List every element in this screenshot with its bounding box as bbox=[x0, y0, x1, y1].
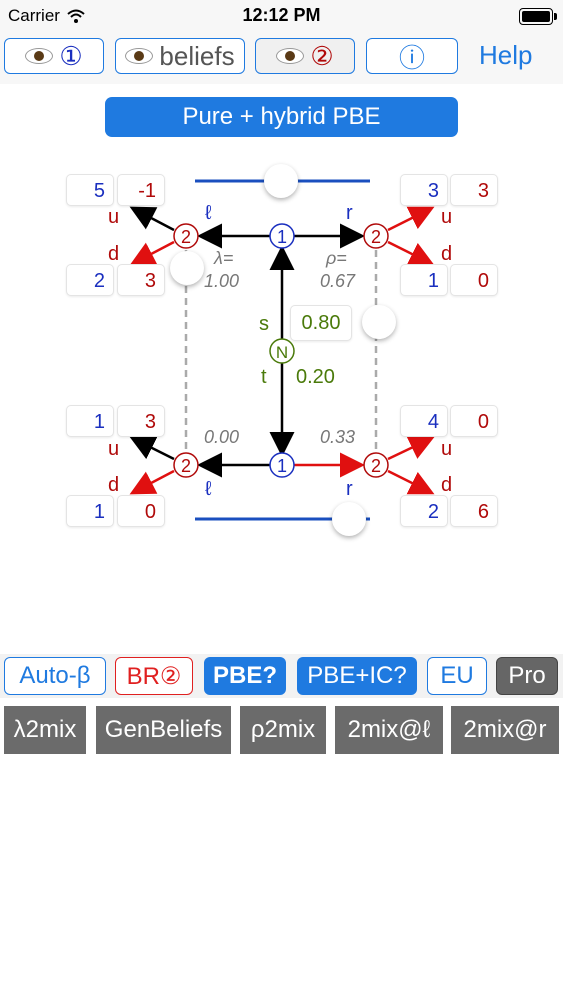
node-nature: N bbox=[269, 338, 295, 364]
mix-bar: λ2mix GenBeliefs ρ2mix 2mix@ℓ 2mix@r bbox=[0, 704, 563, 756]
payoff-tl-u-p1: 5 bbox=[66, 174, 114, 206]
top-toolbar: ① beliefs ② ⓘ Help bbox=[0, 34, 563, 84]
eu-button[interactable]: EU bbox=[427, 657, 487, 695]
action-d-bl: d bbox=[108, 474, 120, 496]
action-d-tr: d bbox=[441, 243, 453, 265]
type-s-label: s bbox=[259, 313, 269, 335]
eye-icon bbox=[276, 48, 305, 64]
auto-beta-button[interactable]: Auto-β bbox=[4, 657, 106, 695]
payoff-tr-u-p2: 3 bbox=[450, 174, 498, 206]
node-player2-bottom-left: 2 bbox=[173, 452, 199, 478]
payoff-bl-d-p1: 1 bbox=[66, 495, 114, 527]
payoff-br-u-p2: 0 bbox=[450, 405, 498, 437]
help-link[interactable]: Help bbox=[479, 40, 532, 71]
lambda-slider-knob[interactable] bbox=[170, 251, 204, 285]
payoff-tr-d-p2: 0 bbox=[450, 264, 498, 296]
info-icon: ⓘ bbox=[398, 42, 425, 73]
svg-text:1: 1 bbox=[277, 227, 287, 247]
rho-top-value: 0.67 bbox=[320, 271, 356, 291]
view-player2-button[interactable]: ② bbox=[255, 38, 355, 74]
info-button[interactable]: ⓘ bbox=[366, 38, 458, 74]
view-beliefs-button[interactable]: beliefs bbox=[115, 38, 245, 74]
action-d-tl: d bbox=[108, 243, 120, 265]
bottom-slider-knob[interactable] bbox=[332, 502, 366, 536]
action-bar: Auto-β BR② PBE? PBE+IC? EU Pro bbox=[0, 654, 563, 698]
rho-slider-knob[interactable] bbox=[362, 305, 396, 339]
status-bar: Carrier 12:12 PM bbox=[0, 0, 563, 34]
clock: 12:12 PM bbox=[242, 5, 321, 25]
lambda-top-value: 1.00 bbox=[204, 271, 240, 291]
svg-text:2: 2 bbox=[181, 227, 191, 247]
payoff-bl-u-p2: 3 bbox=[117, 405, 165, 437]
battery-icon bbox=[519, 8, 557, 25]
action-u-bl: u bbox=[108, 438, 120, 460]
payoff-br-d-p1: 2 bbox=[400, 495, 448, 527]
lambda-label: λ= bbox=[214, 248, 234, 268]
rho-label: ρ= bbox=[326, 248, 347, 268]
rho-bottom-value: 0.33 bbox=[320, 427, 356, 447]
payoff-bl-u-p1: 1 bbox=[66, 405, 114, 437]
svg-text:2: 2 bbox=[371, 227, 381, 247]
type-t-label: t bbox=[261, 366, 267, 388]
node-player1-bottom: 1 bbox=[269, 452, 295, 478]
svg-text:2: 2 bbox=[371, 456, 381, 476]
payoff-tl-d-p2: 3 bbox=[117, 264, 165, 296]
payoff-tl-u-p2: -1 bbox=[117, 174, 165, 206]
eye-icon bbox=[25, 48, 54, 64]
prob-t-value: 0.20 bbox=[296, 366, 335, 388]
action-d-br: d bbox=[441, 474, 453, 496]
lambda2mix-button[interactable]: λ2mix bbox=[4, 706, 86, 754]
node-player2-top-left: 2 bbox=[173, 223, 199, 249]
eye-icon bbox=[125, 48, 154, 64]
2mix-at-l-button[interactable]: 2mix@ℓ bbox=[335, 706, 443, 754]
game-tree: 2 1 2 N 2 1 2 bbox=[129, 179, 435, 521]
svg-text:1: 1 bbox=[277, 456, 287, 476]
payoff-br-d-p2: 6 bbox=[450, 495, 498, 527]
action-r-bottom: r bbox=[346, 478, 353, 500]
br2-button[interactable]: BR② bbox=[115, 657, 193, 695]
action-r-top: r bbox=[346, 202, 353, 224]
rho2mix-button[interactable]: ρ2mix bbox=[240, 706, 326, 754]
pbe-button[interactable]: PBE? bbox=[204, 657, 286, 695]
node-player1-top: 1 bbox=[269, 223, 295, 249]
payoff-tl-d-p1: 2 bbox=[66, 264, 114, 296]
pro-button[interactable]: Pro bbox=[496, 657, 558, 695]
action-l-top: ℓ bbox=[205, 202, 212, 224]
node-player2-top-right: 2 bbox=[363, 223, 389, 249]
lambda-bottom-value: 0.00 bbox=[204, 427, 240, 447]
payoff-tr-d-p1: 1 bbox=[400, 264, 448, 296]
2mix-at-r-button[interactable]: 2mix@r bbox=[451, 706, 559, 754]
prob-s-value: 0.80 bbox=[290, 305, 352, 341]
genbeliefs-button[interactable]: GenBeliefs bbox=[96, 706, 231, 754]
action-u-br: u bbox=[441, 438, 453, 460]
svg-text:2: 2 bbox=[181, 456, 191, 476]
pure-hybrid-pbe-button[interactable]: Pure + hybrid PBE bbox=[105, 97, 458, 137]
action-u-tl: u bbox=[108, 206, 120, 228]
action-u-tr: u bbox=[441, 206, 453, 228]
view-player1-button[interactable]: ① bbox=[4, 38, 104, 74]
payoff-tr-u-p1: 3 bbox=[400, 174, 448, 206]
pbe-ic-button[interactable]: PBE+IC? bbox=[297, 657, 417, 695]
payoff-bl-d-p2: 0 bbox=[117, 495, 165, 527]
node-player2-bottom-right: 2 bbox=[363, 452, 389, 478]
top-slider-knob[interactable] bbox=[264, 164, 298, 198]
payoff-br-u-p1: 4 bbox=[400, 405, 448, 437]
action-l-bottom: ℓ bbox=[205, 478, 212, 500]
svg-text:N: N bbox=[276, 343, 288, 362]
